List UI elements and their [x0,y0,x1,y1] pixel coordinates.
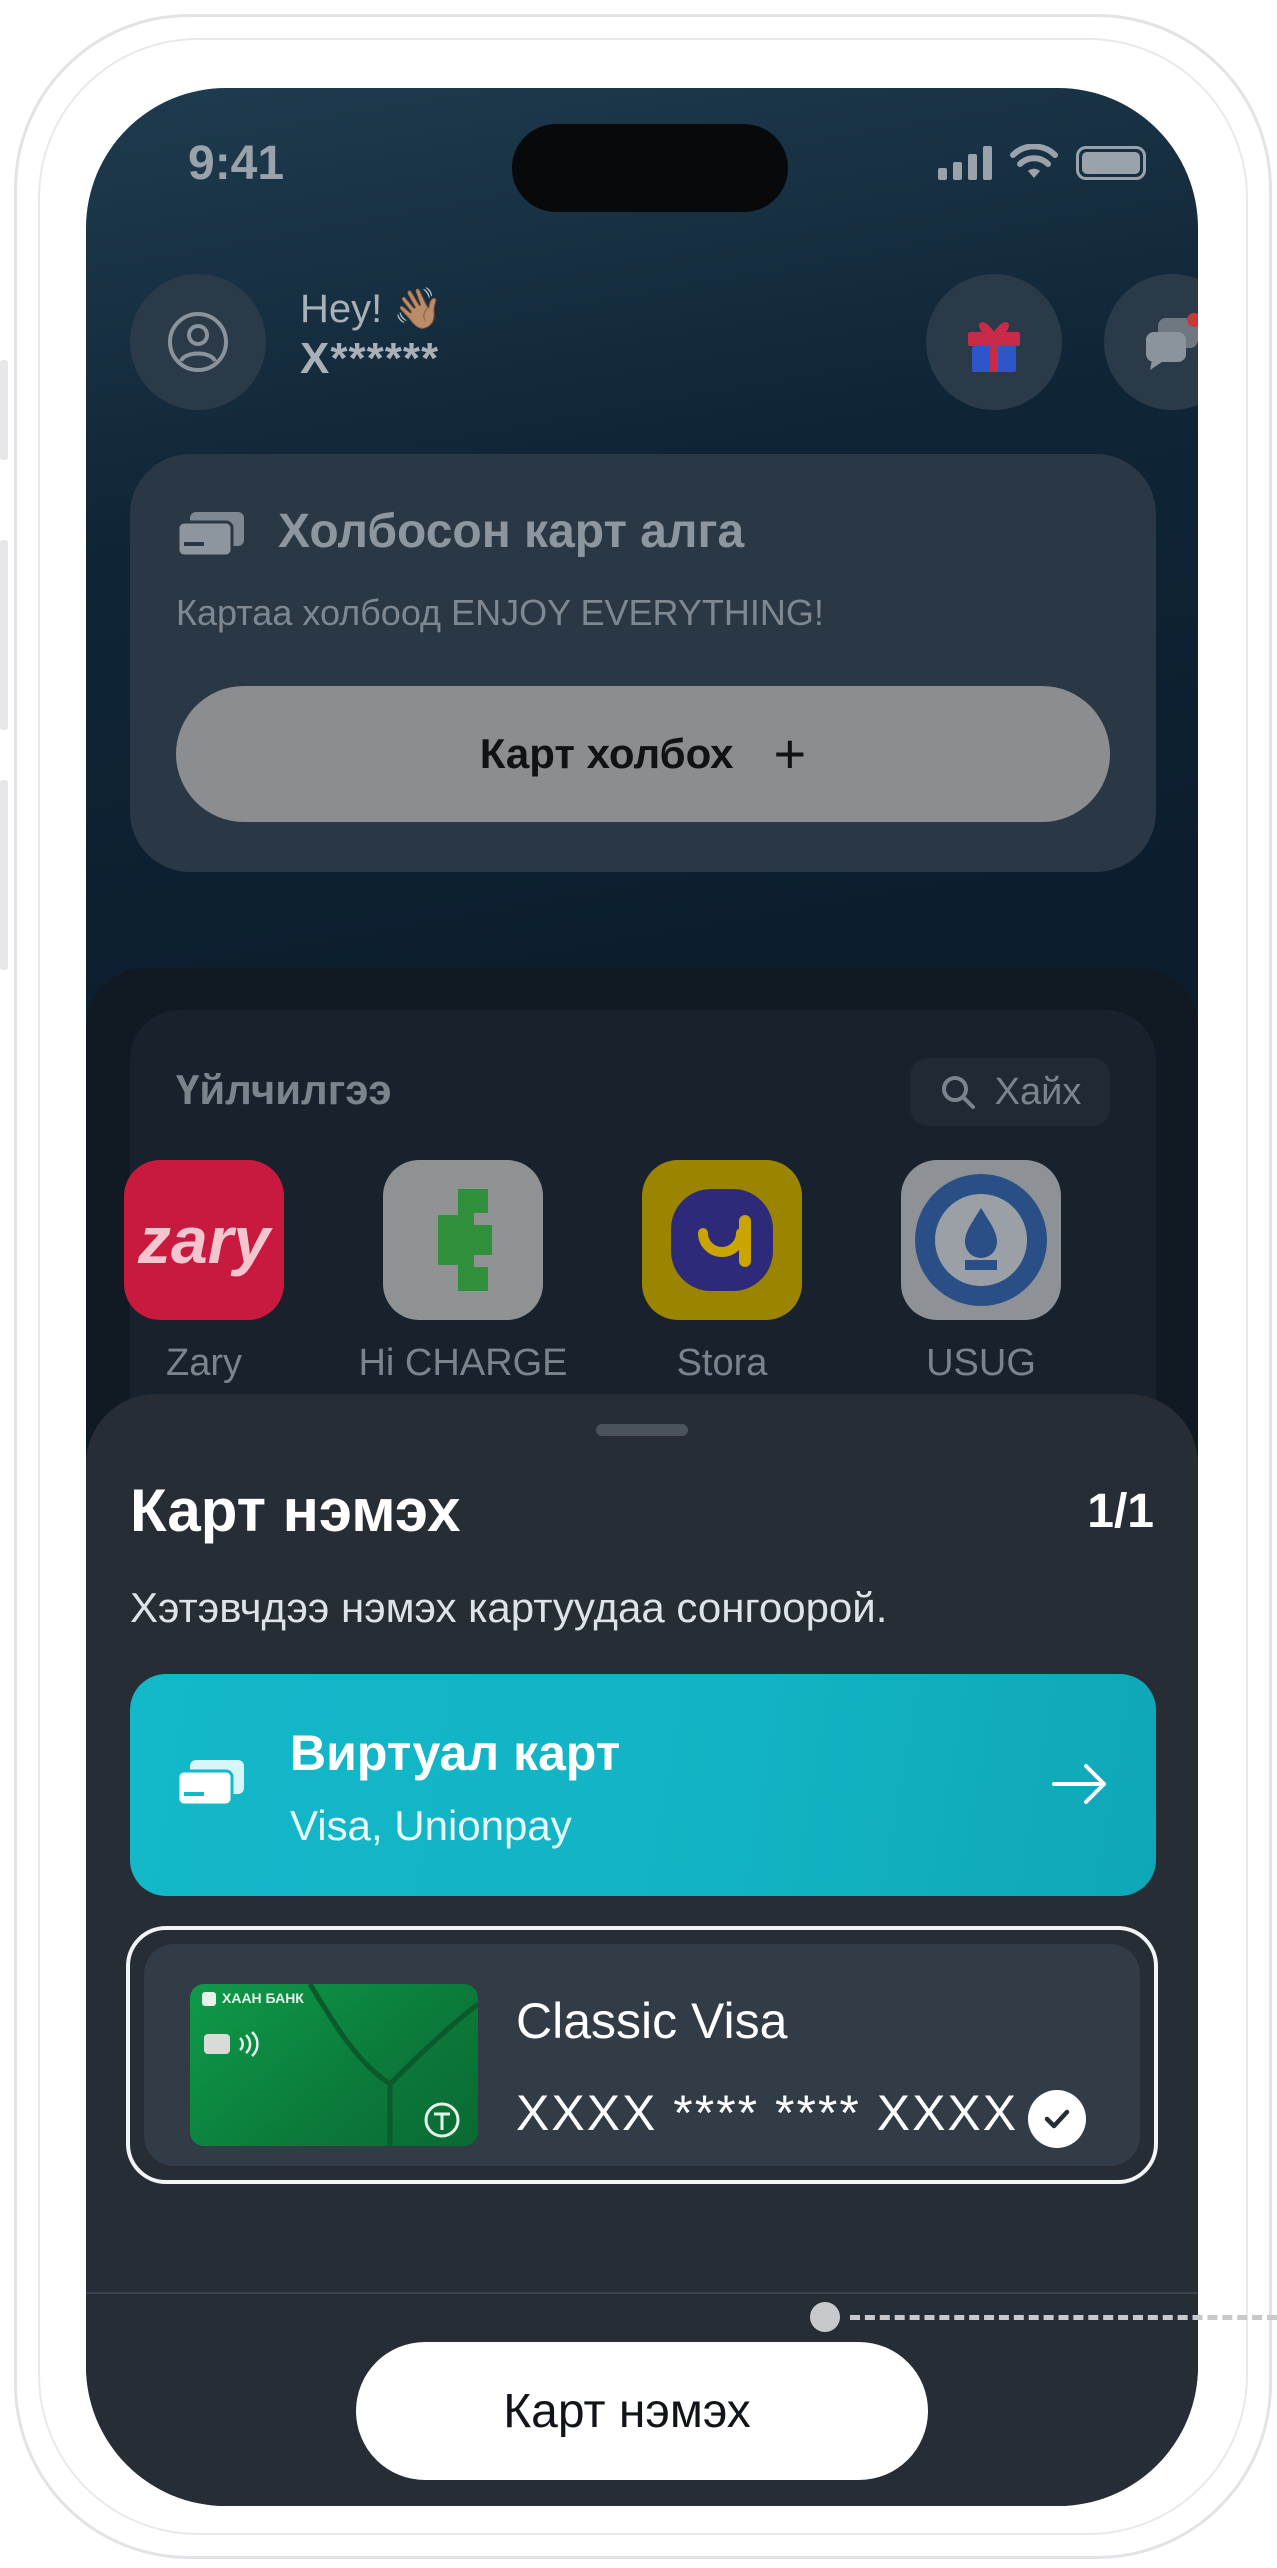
sheet-counter: 1/1 [1087,1485,1154,1538]
chat-button[interactable] [1104,274,1198,410]
link-card-button[interactable]: Карт холбох + [176,686,1110,822]
app-stora[interactable]: Stora [612,1160,832,1385]
app-label: Hi CHARGE [358,1342,568,1384]
card-icon [176,1760,244,1807]
battery-icon [1076,146,1146,180]
zary-logo-icon: zary [124,1160,284,1320]
sheet-subtitle: Хэтэвчдээ нэмэх картуудаа сонгоорой. [130,1584,888,1631]
signal-icon [938,146,992,180]
user-icon [168,312,228,372]
greeting-text: Hey! 👋🏽 [300,287,444,331]
virtual-card-title: Виртуал карт [290,1725,621,1781]
search-label: Хайх [994,1070,1082,1113]
sheet-divider [86,2292,1198,2294]
app-label: Zary [166,1342,242,1384]
link-card-label: Карт холбох [479,730,734,777]
app-zary[interactable]: zary Zary [94,1160,314,1385]
app-label: Stora [676,1342,768,1384]
plus-icon: + [773,722,807,785]
classic-visa-option[interactable]: ХААН БАНК Classic Visa XXXX **** **** XX… [126,1926,1158,2184]
volume-down-button [0,780,8,970]
app-usug[interactable]: USUG [871,1160,1091,1385]
add-card-button[interactable]: Карт нэмэх [356,2342,928,2480]
no-card-subtitle: Картаа холбоод ENJOY EVERYTHING! [176,592,824,633]
dynamic-island [512,124,788,212]
khan-bank-card-image: ХААН БАНК [190,1984,478,2146]
app-label: USUG [926,1342,1036,1384]
callout-pointer-dot [810,2302,840,2332]
check-icon[interactable] [1028,2090,1086,2148]
virtual-card-option[interactable]: Виртуал карт Visa, Unionpay [130,1674,1156,1896]
side-button [0,360,8,460]
status-bar: 9:41 [86,88,1198,228]
profile-avatar-button[interactable] [130,274,266,410]
chat-icon [1146,313,1198,370]
bank-label: ХААН БАНК [222,1990,304,2006]
phone-screen: 9:41 Hey! 👋🏽 Х****** Холбосон карт алга … [86,88,1198,2506]
classic-card-title: Classic Visa [516,1993,788,2049]
wifi-icon [1010,144,1058,178]
app-hi-charge[interactable]: Hi CHARGE [353,1160,573,1385]
callout-pointer-line [850,2315,1277,2320]
usug-logo-icon [901,1160,1061,1320]
gift-icon [968,322,1020,372]
stora-logo-icon [642,1160,802,1320]
status-time: 9:41 [188,137,285,190]
add-card-sheet: Карт нэмэх 1/1 Хэтэвчдээ нэмэх картуудаа… [86,1394,1198,2506]
classic-card-number: XXXX **** **** XXXX [516,2085,1019,2141]
greeting-block: Hey! 👋🏽 Х****** [300,284,443,384]
no-card-panel: Холбосон карт алга Картаа холбоод ENJOY … [130,454,1156,872]
arrow-right-icon [1052,1764,1106,1804]
services-title: Үйлчилгээ [176,1066,392,1113]
gift-button[interactable] [926,274,1062,410]
add-card-label: Карт нэмэх [503,2384,751,2438]
username-text: Х****** [300,334,440,383]
sheet-title: Карт нэмэх [130,1477,461,1544]
sheet-drag-handle[interactable] [596,1424,688,1436]
hi-charge-logo-icon [383,1160,543,1320]
status-icons [938,144,1146,180]
virtual-card-subtitle: Visa, Unionpay [290,1802,572,1849]
search-icon [941,1076,975,1109]
volume-up-button [0,540,8,730]
services-search-button[interactable]: Хайх [910,1058,1110,1126]
card-icon [176,512,244,558]
no-card-title: Холбосон карт алга [278,505,745,558]
